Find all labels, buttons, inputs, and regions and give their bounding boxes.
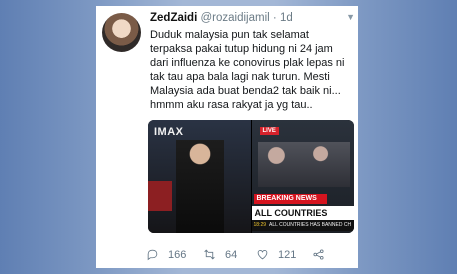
ticker-time: 18:29 [253, 222, 267, 228]
reply-button[interactable]: 166 [146, 248, 186, 261]
like-button[interactable]: 121 [256, 248, 296, 261]
like-count: 121 [278, 248, 297, 261]
display-name[interactable]: ZedZaidi [150, 12, 197, 24]
imax-sign: IMAX [154, 126, 184, 138]
tweet-card[interactable]: ZedZaidi @rozaidijamil · 1d ▼ Duduk mala… [96, 6, 358, 268]
masked-person [176, 140, 224, 233]
tweet-media[interactable]: IMAX LIVE BREAKING NEWS ALL COUNTRIES 18… [148, 120, 354, 233]
user-handle[interactable]: @rozaidijamil [200, 12, 269, 24]
tweet-header: ZedZaidi @rozaidijamil · 1d ▼ [150, 12, 355, 26]
reply-icon [147, 249, 158, 261]
tweet-actions: 166 64 121 [146, 248, 350, 264]
separator-dot: · [272, 12, 277, 24]
share-button[interactable] [312, 248, 334, 261]
reply-count: 166 [168, 248, 187, 261]
timestamp[interactable]: 1d [280, 12, 293, 24]
media-photo-right[interactable]: LIVE BREAKING NEWS ALL COUNTRIES 18:29 AL… [251, 120, 354, 233]
news-crowd-photo [257, 142, 350, 187]
retweet-icon [204, 249, 215, 260]
news-headline: ALL COUNTRIES [251, 206, 354, 220]
red-sign-accent [148, 181, 172, 211]
chevron-down-icon[interactable]: ▼ [346, 12, 355, 22]
live-badge: LIVE [259, 127, 279, 135]
media-photo-left[interactable]: IMAX [148, 120, 251, 233]
breaking-news-banner: BREAKING NEWS [253, 194, 327, 204]
news-ticker: 18:29 ALL COUNTRIES HAS BANNED CH [251, 220, 354, 231]
heart-icon [257, 250, 268, 260]
retweet-count: 64 [225, 248, 238, 261]
share-icon [313, 249, 324, 260]
tweet-text: Duduk malaysia pun tak selamat terpaksa … [150, 29, 345, 111]
ticker-text: ALL COUNTRIES HAS BANNED CH [269, 222, 352, 228]
avatar[interactable] [102, 13, 141, 52]
retweet-button[interactable]: 64 [203, 248, 237, 261]
